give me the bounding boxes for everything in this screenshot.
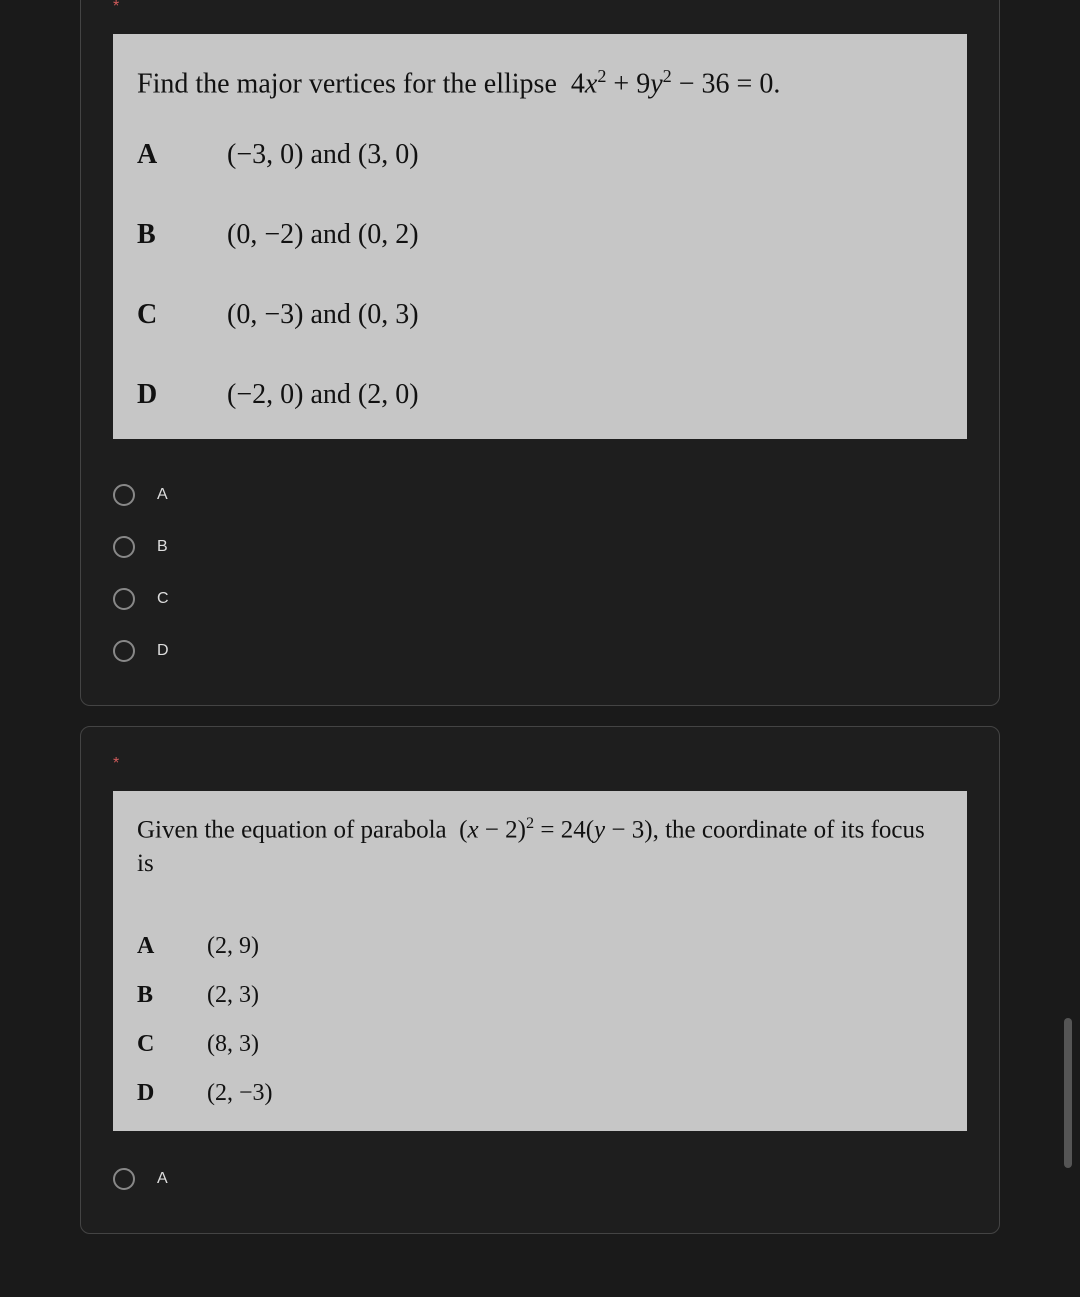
radio-icon [113, 536, 135, 558]
answer-label: A [157, 1170, 168, 1188]
option-letter: A [137, 933, 207, 960]
option-text: (2, 3) [207, 982, 259, 1009]
image-option-row: A (2, 9) [137, 933, 943, 960]
question-prompt: Given the equation of parabola (x − 2)2 … [137, 813, 943, 881]
radio-icon [113, 588, 135, 610]
answer-label: B [157, 538, 168, 556]
option-letter: C [137, 299, 227, 331]
required-indicator: * [81, 0, 999, 34]
image-option-row: C (8, 3) [137, 1031, 943, 1058]
question-card: * Find the major vertices for the ellips… [80, 0, 1000, 706]
answer-option-b[interactable]: B [113, 521, 967, 573]
required-indicator: * [81, 727, 999, 791]
option-letter: D [137, 379, 227, 411]
image-option-row: A (−3, 0) and (3, 0) [137, 139, 943, 171]
answer-option-d[interactable]: D [113, 625, 967, 677]
option-letter: D [137, 1080, 207, 1107]
radio-icon [113, 1168, 135, 1190]
option-text: (2, −3) [207, 1080, 273, 1107]
answer-option-c[interactable]: C [113, 573, 967, 625]
answer-label: D [157, 642, 169, 660]
answer-option-a[interactable]: A [113, 469, 967, 521]
answer-option-a[interactable]: A [113, 1153, 967, 1205]
option-text: (2, 9) [207, 933, 259, 960]
answer-radio-group: A [81, 1149, 999, 1205]
question-image: Find the major vertices for the ellipse … [113, 34, 967, 439]
question-card: * Given the equation of parabola (x − 2)… [80, 726, 1000, 1234]
option-letter: C [137, 1031, 207, 1058]
image-option-row: B (0, −2) and (0, 2) [137, 219, 943, 251]
image-option-row: D (2, −3) [137, 1080, 943, 1107]
option-text: (8, 3) [207, 1031, 259, 1058]
question-image: Given the equation of parabola (x − 2)2 … [113, 791, 967, 1131]
option-letter: A [137, 139, 227, 171]
question-prompt: Find the major vertices for the ellipse … [137, 64, 943, 103]
image-option-row: C (0, −3) and (0, 3) [137, 299, 943, 331]
scrollbar-thumb[interactable] [1064, 1018, 1072, 1168]
answer-radio-group: A B C D [81, 457, 999, 677]
image-option-row: B (2, 3) [137, 982, 943, 1009]
image-option-row: D (−2, 0) and (2, 0) [137, 379, 943, 411]
radio-icon [113, 640, 135, 662]
option-text: (−2, 0) and (2, 0) [227, 379, 419, 411]
radio-icon [113, 484, 135, 506]
option-text: (0, −2) and (0, 2) [227, 219, 419, 251]
option-letter: B [137, 219, 227, 251]
answer-label: A [157, 486, 168, 504]
option-text: (0, −3) and (0, 3) [227, 299, 419, 331]
option-letter: B [137, 982, 207, 1009]
answer-label: C [157, 590, 169, 608]
option-text: (−3, 0) and (3, 0) [227, 139, 419, 171]
